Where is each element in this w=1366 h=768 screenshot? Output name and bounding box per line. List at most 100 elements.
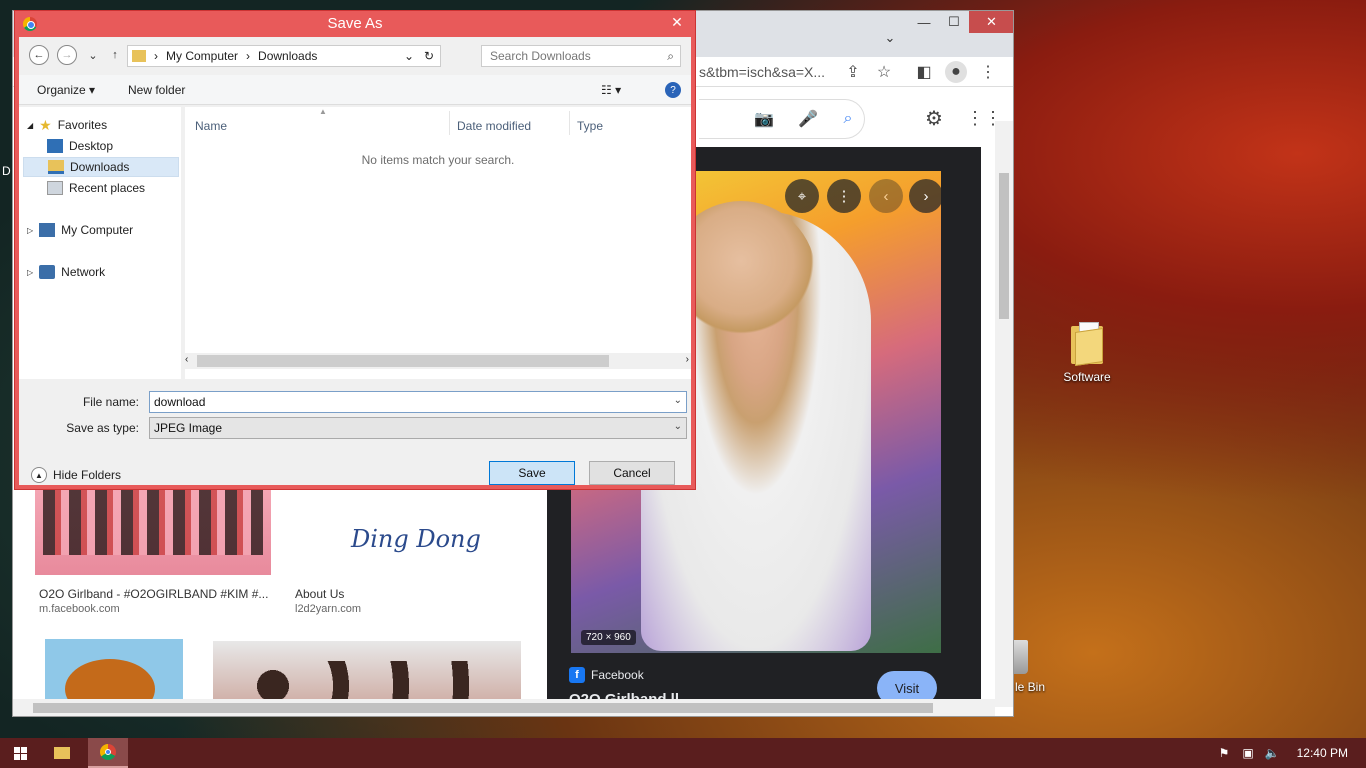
column-header-date-modified[interactable]: Date modified	[457, 119, 531, 133]
nav-item-desktop[interactable]: Desktop	[47, 136, 203, 156]
recent-places-icon	[47, 181, 63, 195]
chevron-down-icon[interactable]: ⌄	[674, 421, 682, 432]
nav-label: Recent places	[69, 181, 146, 195]
maximize-button[interactable]: ☐	[939, 11, 969, 33]
new-folder-button[interactable]: New folder	[128, 83, 185, 97]
scroll-right-icon[interactable]: ›	[686, 354, 689, 365]
url-text[interactable]: s&tbm=isch&sa=X...	[699, 64, 825, 80]
nav-item-recent-places[interactable]: Recent places	[47, 178, 203, 198]
file-name-input[interactable]: download ⌄	[149, 391, 687, 413]
file-list-scrollbar[interactable]: ‹ ›	[185, 353, 691, 369]
breadcrumb-item[interactable]: My Computer	[166, 49, 238, 63]
nav-item-my-computer[interactable]: ▷ My Computer	[27, 220, 183, 240]
cartoon-shape	[65, 659, 155, 701]
result-thumbnail-cartoon[interactable]	[45, 639, 183, 701]
column-header-name[interactable]: Name	[195, 119, 227, 133]
search-input[interactable]: Search Downloads ⌕	[481, 45, 681, 67]
hide-folders-label: Hide Folders	[53, 468, 122, 482]
taskbar-chrome[interactable]	[88, 738, 128, 768]
nav-label: My Computer	[61, 223, 134, 237]
scroll-thumb[interactable]	[197, 355, 609, 367]
view-options-icon[interactable]: ☷ ▾	[601, 83, 621, 97]
folder-icon	[132, 50, 146, 62]
more-options-icon[interactable]: ⋮	[827, 179, 861, 213]
file-list: ▲ Name Date modified Type No items match…	[185, 107, 691, 379]
minimize-button[interactable]: —	[909, 11, 939, 33]
profile-icon[interactable]: ●	[945, 61, 967, 83]
preview-source[interactable]: f Facebook	[569, 667, 644, 683]
tab-list-button[interactable]: ⌄	[875, 27, 905, 49]
forward-icon[interactable]: →	[57, 45, 77, 65]
desktop-edge-label: D	[2, 164, 11, 178]
apps-grid-icon[interactable]: ⋮⋮	[966, 107, 1002, 129]
breadcrumb-separator: ›	[154, 49, 158, 63]
camera-icon[interactable]: 📷	[753, 108, 775, 130]
settings-gear-icon[interactable]: ⚙	[923, 107, 945, 130]
system-clock[interactable]: 12:40 PM	[1297, 746, 1348, 760]
share-icon[interactable]: ⇪	[842, 61, 864, 83]
chevron-down-icon[interactable]: ⌄	[674, 395, 682, 406]
save-as-type-select[interactable]: JPEG Image ⌄	[149, 417, 687, 439]
organize-button[interactable]: Organize ▾	[37, 83, 95, 97]
bookmark-star-icon[interactable]: ☆	[873, 61, 895, 83]
source-name: Facebook	[591, 668, 644, 682]
lens-search-icon[interactable]: ⌖	[785, 179, 819, 213]
back-icon[interactable]: ←	[29, 45, 49, 65]
result-title[interactable]: About Us	[295, 587, 344, 601]
mic-icon[interactable]: 🎤	[797, 108, 819, 130]
start-button[interactable]	[0, 738, 40, 768]
expand-arrow-icon[interactable]: ▷	[27, 268, 33, 277]
scroll-thumb[interactable]	[33, 703, 933, 713]
desktop-icon-software[interactable]: Software	[1047, 322, 1127, 384]
refresh-icon[interactable]: ↻	[424, 49, 434, 63]
next-image-icon[interactable]: ›	[909, 179, 941, 213]
expand-arrow-icon[interactable]: ◢	[27, 121, 33, 130]
volume-muted-icon[interactable]: 🔈	[1265, 746, 1280, 760]
network-status-icon[interactable]: ▣	[1241, 746, 1255, 760]
scroll-left-icon[interactable]: ‹	[185, 354, 188, 365]
side-panel-icon[interactable]: ◧	[913, 61, 935, 83]
result-thumbnail-group-photo[interactable]	[213, 641, 521, 701]
column-separator[interactable]	[569, 111, 570, 135]
address-dropdown-icon[interactable]: ⌄	[404, 49, 414, 63]
taskbar-file-explorer[interactable]	[42, 738, 82, 768]
result-title[interactable]: O2O Girlband - #O2OGIRLBAND #KIM #...	[39, 587, 268, 601]
recent-locations-icon[interactable]: ⌄	[83, 45, 103, 65]
breadcrumb-item[interactable]: Downloads	[258, 49, 317, 63]
close-button[interactable]: ✕	[969, 11, 1013, 33]
column-separator[interactable]	[449, 111, 450, 135]
expand-arrow-icon[interactable]: ▷	[27, 226, 33, 235]
result-thumbnail-ding-dong[interactable]: Ding Dong	[291, 489, 527, 575]
desktop-icon	[47, 139, 63, 153]
folder-icon	[1069, 322, 1105, 366]
cancel-button[interactable]: Cancel	[589, 461, 675, 485]
nav-item-network[interactable]: ▷ Network	[27, 262, 183, 282]
save-button[interactable]: Save	[489, 461, 575, 485]
previous-image-icon[interactable]: ‹	[869, 179, 903, 213]
ding-dong-logo: Ding Dong	[351, 525, 481, 553]
google-search-box[interactable]: 📷 🎤 ⌕	[699, 99, 865, 139]
desktop-icon-label: Software	[1063, 370, 1111, 384]
dialog-close-icon[interactable]: ✕	[663, 12, 691, 32]
help-icon[interactable]: ?	[665, 82, 681, 98]
nav-item-favorites[interactable]: ◢ ★ Favorites	[27, 115, 183, 135]
chrome-icon	[100, 744, 116, 760]
horizontal-scrollbar[interactable]	[13, 699, 995, 716]
dialog-body: ← → ⌄ ↑ › My Computer › Downloads ⌄ ↻ Se…	[19, 37, 691, 485]
menu-dots-icon[interactable]: ⋮	[977, 61, 999, 83]
network-icon	[39, 265, 56, 279]
scroll-thumb[interactable]	[999, 173, 1009, 319]
search-icon[interactable]: ⌕	[837, 108, 859, 130]
result-thumbnail-girlband[interactable]	[35, 489, 271, 575]
vertical-scrollbar[interactable]	[995, 121, 1013, 707]
save-as-type-value: JPEG Image	[154, 421, 223, 435]
downloads-icon	[48, 160, 64, 174]
hide-folders-toggle[interactable]: ▲ Hide Folders	[31, 467, 121, 483]
sort-indicator-icon: ▲	[319, 107, 327, 116]
search-icon: ⌕	[667, 49, 674, 63]
nav-item-downloads[interactable]: Downloads	[23, 157, 179, 177]
column-header-type[interactable]: Type	[577, 119, 603, 133]
breadcrumb[interactable]: › My Computer › Downloads ⌄ ↻	[127, 45, 441, 67]
action-center-flag-icon[interactable]: ⚑	[1217, 746, 1231, 760]
up-folder-icon[interactable]: ↑	[105, 45, 125, 65]
